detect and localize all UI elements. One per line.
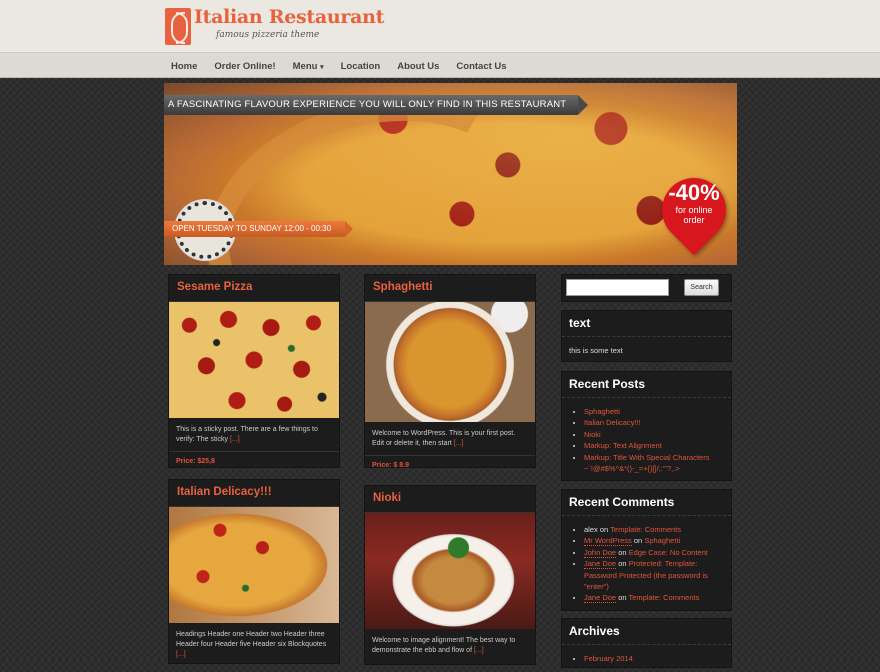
- list-item: Jane Doe on Template: Comments: [584, 592, 724, 604]
- logo-title: Italian Restaurant: [194, 6, 385, 28]
- post-excerpt-text: Welcome to image alignment! The best way…: [372, 637, 516, 654]
- post-price: Price: $ 8.9: [365, 455, 535, 475]
- nav-menu[interactable]: Menu ▾: [293, 61, 324, 72]
- list-item: Jane Doe on Protected: Template: Passwor…: [584, 558, 724, 592]
- search-input[interactable]: [566, 279, 669, 296]
- comment-post-link[interactable]: Template: Comments: [610, 525, 681, 534]
- comment-author: alex: [584, 525, 598, 534]
- list-item: Markup: Text Alignment: [584, 440, 724, 451]
- comment-on: on: [618, 547, 627, 557]
- site-logo[interactable]: Italian Restaurant famous pizzeria theme: [165, 8, 384, 45]
- post-excerpt: This is a sticky post. There are a few t…: [169, 418, 339, 445]
- logo-icon: [165, 8, 191, 45]
- comment-post-link[interactable]: Edge Case: No Content: [629, 548, 708, 557]
- post-title[interactable]: Nioki: [365, 486, 535, 513]
- post-card: Sesame Pizza This is a sticky post. Ther…: [168, 274, 340, 468]
- archive-link[interactable]: February 2014: [584, 654, 633, 663]
- read-more-link[interactable]: [...]: [454, 440, 464, 447]
- post-thumbnail[interactable]: [169, 507, 339, 623]
- read-more-link[interactable]: [...]: [176, 651, 186, 658]
- recent-post-link[interactable]: Markup: Text Alignment: [584, 441, 662, 450]
- post-card: Nioki Welcome to image alignment! The be…: [364, 485, 536, 665]
- hero-banner-image: A FASCINATING FLAVOUR EXPERIENCE YOU WIL…: [164, 83, 737, 265]
- post-card: Italian Delicacy!!! Headings Header one …: [168, 479, 340, 664]
- text-widget-body: this is some text: [569, 346, 623, 355]
- comment-on: on: [599, 525, 609, 534]
- comment-on: on: [618, 559, 627, 569]
- archives-widget: Archives February 2014: [561, 618, 732, 668]
- post-thumbnail[interactable]: [365, 302, 535, 422]
- comment-post-link[interactable]: Sphaghetti: [644, 536, 680, 545]
- comment-on: on: [618, 593, 627, 603]
- comment-post-link[interactable]: Template: Comments: [629, 593, 700, 602]
- chevron-down-icon: ▾: [320, 63, 324, 71]
- widget-title: Recent Posts: [562, 372, 731, 398]
- opening-hours: OPEN TUESDAY TO SUNDAY 12:00 - 00:30: [164, 221, 354, 237]
- text-widget: text this is some text: [561, 310, 732, 362]
- discount-text-line2: order: [683, 215, 705, 225]
- list-item: Italian Delicacy!!!: [584, 417, 724, 428]
- recent-post-link[interactable]: Sphaghetti: [584, 407, 620, 416]
- comment-on: on: [633, 536, 643, 546]
- post-price: Price: $25,8: [169, 451, 339, 471]
- comment-author-link[interactable]: John Doe: [584, 547, 617, 558]
- nav-about-us[interactable]: About Us: [397, 61, 439, 72]
- nav-contact-us[interactable]: Contact Us: [456, 61, 506, 72]
- post-title[interactable]: Sesame Pizza: [169, 275, 339, 302]
- post-thumbnail[interactable]: [365, 513, 535, 629]
- discount-text-line1: for online: [675, 205, 713, 215]
- widget-title: Recent Comments: [562, 490, 731, 516]
- widget-title: text: [562, 311, 731, 337]
- post-card: Sphaghetti Welcome to WordPress. This is…: [364, 274, 536, 469]
- post-excerpt-text: Welcome to WordPress. This is your first…: [372, 430, 516, 447]
- discount-badge[interactable]: -40% for online order: [662, 180, 726, 226]
- recent-posts-widget: Recent Posts Sphaghetti Italian Delicacy…: [561, 371, 732, 481]
- recent-comments-widget: Recent Comments alex on Template: Commen…: [561, 489, 732, 611]
- nav-home[interactable]: Home: [171, 61, 197, 72]
- nav-location[interactable]: Location: [341, 61, 381, 72]
- post-excerpt: Welcome to WordPress. This is your first…: [365, 422, 535, 449]
- recent-post-link[interactable]: Nioki: [584, 430, 601, 439]
- post-excerpt-text: This is a sticky post. There are a few t…: [176, 426, 318, 443]
- recent-post-link[interactable]: Markup: Title With Special Characters ~`…: [584, 453, 709, 473]
- list-item: Nioki: [584, 429, 724, 440]
- post-excerpt: Welcome to image alignment! The best way…: [365, 629, 535, 656]
- read-more-link[interactable]: [...]: [230, 436, 240, 443]
- comment-author-link[interactable]: Jane Doe: [584, 559, 617, 570]
- post-title[interactable]: Sphaghetti: [365, 275, 535, 302]
- list-item: John Doe on Edge Case: No Content: [584, 547, 724, 558]
- list-item: Markup: Title With Special Characters ~`…: [584, 452, 724, 475]
- search-button[interactable]: Search: [684, 279, 719, 296]
- widget-title: Archives: [562, 619, 731, 645]
- list-item: February 2014: [584, 653, 724, 664]
- hero-tagline: A FASCINATING FLAVOUR EXPERIENCE YOU WIL…: [164, 95, 589, 115]
- post-excerpt: Headings Header one Header two Header th…: [169, 623, 339, 660]
- post-excerpt-text: Headings Header one Header two Header th…: [176, 631, 327, 648]
- main-navigation: Home Order Online! Menu ▾ Location About…: [0, 52, 880, 78]
- list-item: Mr WordPress on Sphaghetti: [584, 535, 724, 547]
- logo-subtitle: famous pizzeria theme: [216, 30, 320, 40]
- site-header: Italian Restaurant famous pizzeria theme: [0, 0, 880, 52]
- comment-author-link[interactable]: Jane Doe: [584, 593, 617, 604]
- read-more-link[interactable]: [...]: [474, 647, 484, 654]
- post-title[interactable]: Italian Delicacy!!!: [169, 480, 339, 507]
- comment-author-link[interactable]: Mr WordPress: [584, 536, 632, 547]
- search-widget: Search: [561, 274, 732, 302]
- nav-order-online[interactable]: Order Online!: [214, 61, 275, 72]
- discount-percent: -40%: [668, 180, 720, 205]
- list-item: Sphaghetti: [584, 406, 724, 417]
- recent-post-link[interactable]: Italian Delicacy!!!: [584, 418, 641, 427]
- post-thumbnail[interactable]: [169, 302, 339, 418]
- list-item: alex on Template: Comments: [584, 524, 724, 535]
- nav-menu-label: Menu: [292, 60, 318, 72]
